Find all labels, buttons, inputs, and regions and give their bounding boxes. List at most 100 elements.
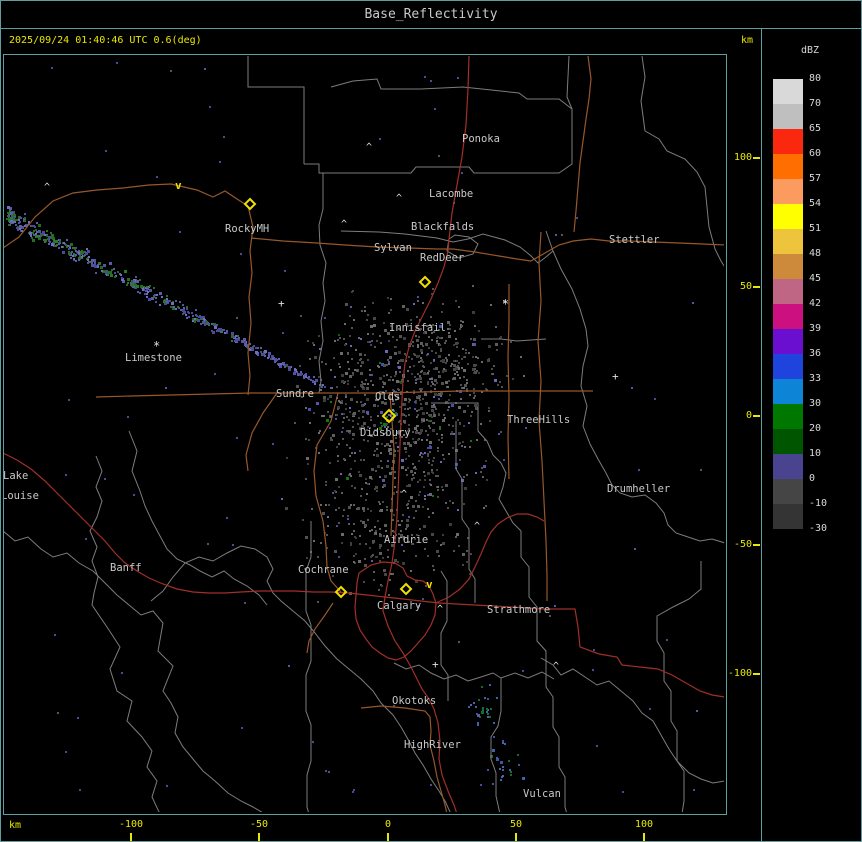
colorbar-tick-label: 51 <box>809 223 822 234</box>
echo-pixel <box>372 542 374 544</box>
echo-pixel <box>498 433 500 435</box>
echo-pixel <box>348 506 351 509</box>
echo-pixel <box>300 315 302 317</box>
colorbar-swatch <box>773 254 803 279</box>
echo-pixel <box>240 253 242 255</box>
echo-pixel <box>367 383 369 385</box>
echo-pixel <box>431 464 433 466</box>
echo-pixel <box>463 387 465 389</box>
bottom-axis-tick-mark <box>515 833 517 841</box>
echo-pixel <box>458 362 460 364</box>
echo-pixel <box>318 376 320 378</box>
echo-pixel <box>146 289 148 291</box>
echo-pixel <box>414 466 416 468</box>
echo-pixel <box>520 356 522 358</box>
echo-pixel <box>373 571 375 573</box>
echo-pixel <box>374 533 376 535</box>
echo-pixel <box>403 550 405 552</box>
echo-pixel <box>427 434 429 436</box>
echo-pixel <box>449 328 451 330</box>
echo-pixel <box>363 404 365 406</box>
echo-pixel <box>448 354 450 356</box>
echo-pixel <box>502 769 504 771</box>
echo-pixel <box>406 519 409 522</box>
echo-pixel <box>348 419 350 421</box>
echo-pixel <box>460 398 462 400</box>
echo-pixel <box>338 443 340 445</box>
echo-pixel <box>441 434 443 436</box>
echo-pixel <box>392 573 394 575</box>
echo-pixel <box>437 486 439 488</box>
echo-pixel <box>362 507 365 510</box>
colorbar-tick-label: -10 <box>809 498 828 509</box>
echo-pixel <box>232 544 234 546</box>
echo-pixel <box>474 325 476 327</box>
echo-pixel <box>345 408 347 410</box>
echo-pixel <box>392 403 394 405</box>
echo-pixel <box>561 234 563 236</box>
echo-pixel <box>236 437 238 439</box>
echo-pixel <box>387 359 389 361</box>
echo-pixel <box>306 557 308 559</box>
echo-pixel <box>461 367 463 369</box>
echo-pixel <box>314 381 316 383</box>
echo-pixel <box>451 431 453 433</box>
echo-pixel <box>146 293 148 295</box>
echo-pixel <box>395 371 397 373</box>
echo-pixel <box>351 327 353 329</box>
bottom-axis-tick-label: -50 <box>249 819 269 830</box>
echo-pixel <box>188 312 190 314</box>
echo-pixel <box>404 398 407 401</box>
echo-pixel <box>431 381 433 383</box>
echo-pixel <box>302 519 304 521</box>
echo-pixel <box>104 478 106 480</box>
echo-pixel <box>424 498 426 500</box>
echo-pixel <box>482 383 484 385</box>
echo-pixel <box>369 530 371 532</box>
echo-pixel <box>408 455 410 457</box>
echo-pixel <box>459 423 461 425</box>
echo-pixel <box>425 430 427 432</box>
echo-pixel <box>360 365 362 367</box>
echo-pixel <box>73 253 75 255</box>
road-line <box>250 237 453 250</box>
echo-pixel <box>362 410 365 413</box>
echo-pixel <box>347 353 349 355</box>
echo-pixel <box>342 515 344 517</box>
echo-pixel <box>496 697 498 699</box>
echo-pixel <box>431 533 434 536</box>
echo-pixel <box>305 376 307 378</box>
echo-pixel <box>94 262 96 264</box>
echo-pixel <box>357 507 360 510</box>
echo-pixel <box>81 250 83 252</box>
echo-pixel <box>466 474 468 476</box>
echo-pixel <box>458 406 461 409</box>
echo-pixel <box>51 243 54 246</box>
boundary-line <box>247 56 305 164</box>
echo-pixel <box>235 335 237 337</box>
echo-pixel <box>97 266 99 268</box>
road-line <box>245 392 278 472</box>
radar-map[interactable]: Ponoka Lacombe Blackfalds Sylvan RedDeer Stet… <box>4 55 724 812</box>
echo-pixel <box>424 495 426 497</box>
echo-pixel <box>433 404 435 406</box>
echo-pixel <box>303 377 305 379</box>
echo-pixel <box>426 412 428 414</box>
echo-pixel <box>196 315 198 317</box>
echo-pixel <box>379 547 381 549</box>
echo-pixel <box>244 343 247 346</box>
echo-pixel <box>365 482 367 484</box>
echo-pixel <box>133 280 135 282</box>
echo-pixel <box>353 555 355 557</box>
echo-pixel <box>445 340 447 342</box>
echo-pixel <box>360 372 363 375</box>
echo-pixel <box>318 335 320 337</box>
echo-pixel <box>424 479 426 481</box>
echo-pixel <box>305 478 307 480</box>
echo-pixel <box>127 278 130 281</box>
echo-pixel <box>488 407 490 409</box>
echo-pixel <box>470 415 472 417</box>
echo-pixel <box>385 350 388 353</box>
road-line <box>95 390 593 398</box>
echo-pixel <box>209 106 211 108</box>
